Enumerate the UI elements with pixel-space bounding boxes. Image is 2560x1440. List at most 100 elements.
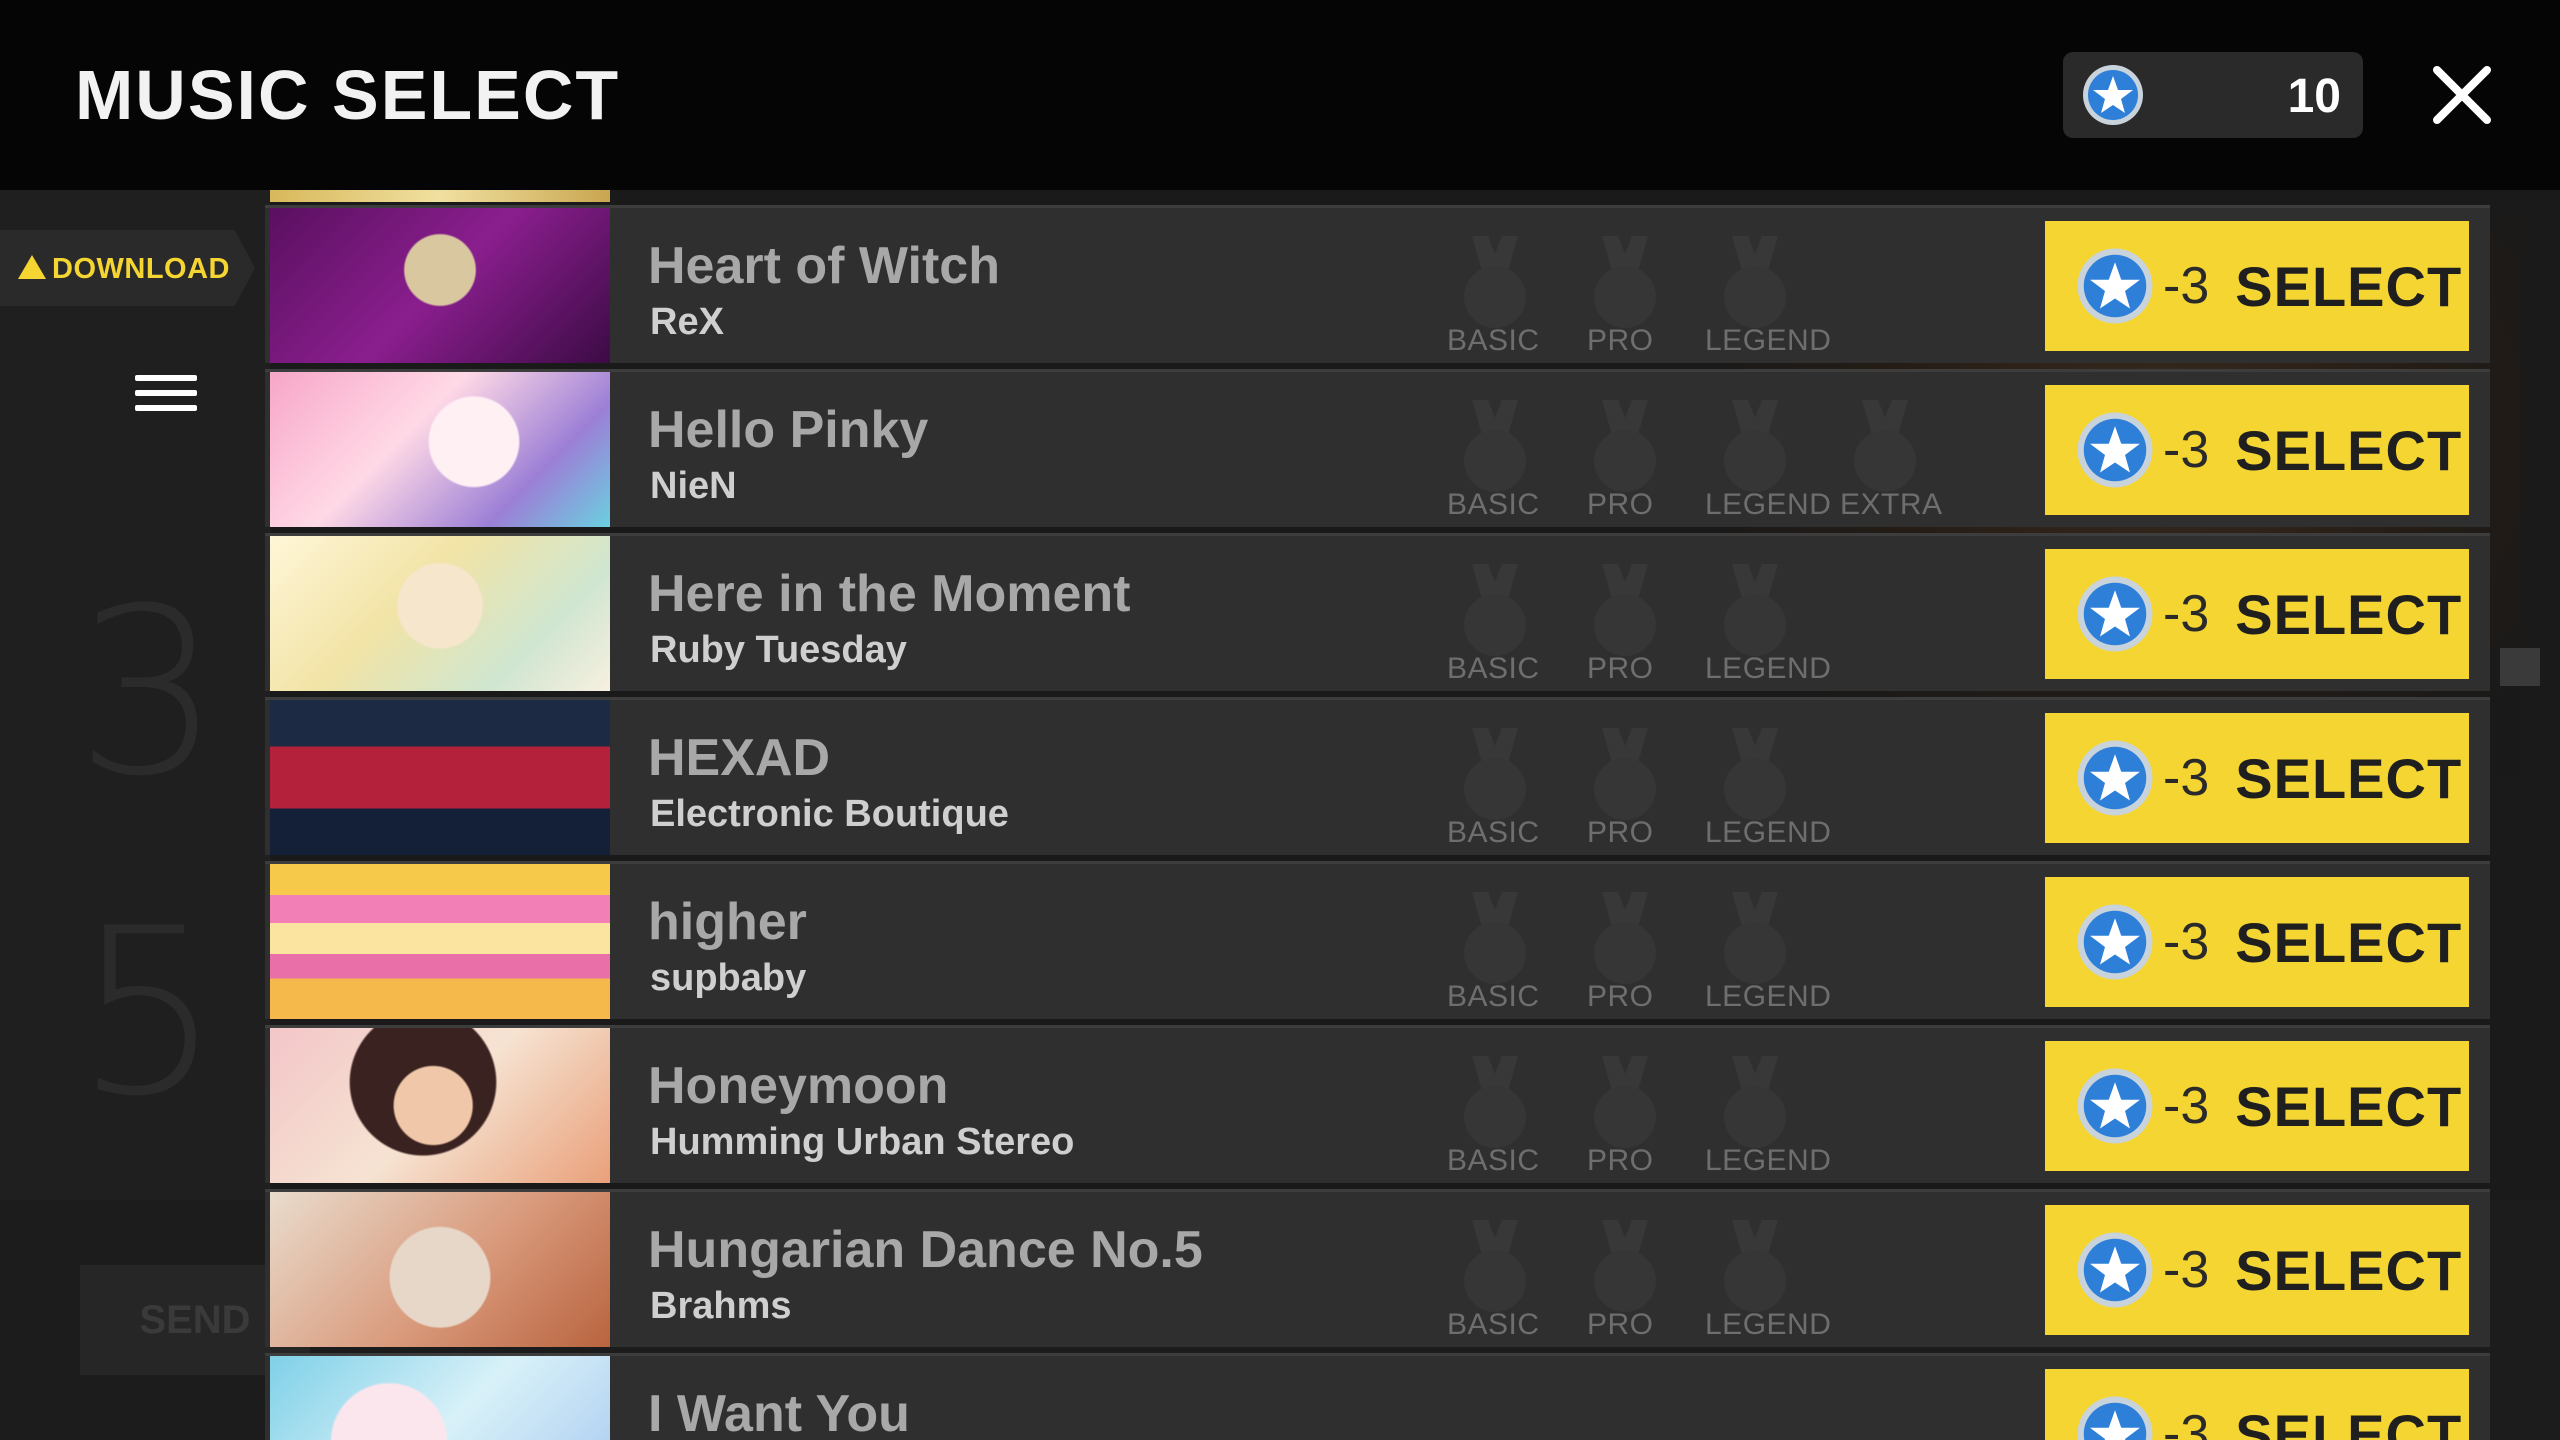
album-art	[270, 208, 610, 363]
medal-icon	[1588, 728, 1662, 828]
song-title: HEXAD	[648, 729, 831, 787]
song-row[interactable]: I Want You -3 SELECT	[265, 1353, 2490, 1440]
select-cost: -3	[2163, 1077, 2210, 1135]
scrollbar-thumb[interactable]	[2500, 648, 2540, 686]
song-row[interactable]: higher supbaby BASIC PRO LEGEND -3 SELEC…	[265, 861, 2490, 1019]
song-title: Hello Pinky	[648, 401, 929, 459]
select-cost: -3	[2163, 913, 2210, 971]
song-title: Heart of Witch	[648, 237, 1000, 295]
medal-icon	[1718, 400, 1792, 500]
select-cost: -3	[2163, 1405, 2210, 1440]
medal-icon	[1718, 1220, 1792, 1320]
difficulty-label: LEGEND	[1705, 324, 1832, 357]
star-coin-icon	[2077, 412, 2153, 488]
select-button[interactable]: -3 SELECT	[2045, 1041, 2469, 1171]
difficulty-label: BASIC	[1447, 980, 1540, 1013]
star-coin-icon	[2077, 740, 2153, 816]
medal-icon	[1458, 400, 1532, 500]
song-artist: Ruby Tuesday	[650, 629, 907, 671]
star-coin-icon	[2077, 904, 2153, 980]
star-coin-icon	[2077, 248, 2153, 324]
difficulty-label: BASIC	[1447, 1144, 1540, 1177]
album-art	[270, 864, 610, 1019]
song-row[interactable]: Hungarian Dance No.5 Brahms BASIC PRO LE…	[265, 1189, 2490, 1347]
difficulty-label: BASIC	[1447, 652, 1540, 685]
select-cost: -3	[2163, 421, 2210, 479]
header-bar: MUSIC SELECT 10	[0, 0, 2560, 190]
medal-icon	[1588, 564, 1662, 664]
song-list[interactable]: Heart of Witch ReX BASIC PRO LEGEND -3 S…	[265, 190, 2490, 1440]
song-row[interactable]: Honeymoon Humming Urban Stereo BASIC PRO…	[265, 1025, 2490, 1183]
select-label: SELECT	[2235, 746, 2463, 810]
difficulty-medals: BASIC PRO LEGEND	[1435, 864, 1955, 1019]
difficulty-medals: BASIC PRO LEGEND EXTRA	[1435, 372, 1955, 527]
medal-icon	[1718, 728, 1792, 828]
difficulty-label: LEGEND	[1705, 816, 1832, 849]
difficulty-label: BASIC	[1447, 816, 1540, 849]
select-label: SELECT	[2235, 254, 2463, 318]
page-title: MUSIC SELECT	[75, 56, 621, 134]
song-row[interactable]: Heart of Witch ReX BASIC PRO LEGEND -3 S…	[265, 205, 2490, 363]
star-coin-icon	[2083, 65, 2143, 125]
song-artist: Electronic Boutique	[650, 793, 1009, 835]
difficulty-label: EXTRA	[1840, 488, 1943, 521]
select-button[interactable]: -3 SELECT	[2045, 877, 2469, 1007]
medal-icon	[1718, 236, 1792, 336]
song-title: higher	[648, 893, 807, 951]
close-icon[interactable]	[2425, 58, 2499, 132]
select-button[interactable]: -3 SELECT	[2045, 1205, 2469, 1335]
select-label: SELECT	[2235, 418, 2463, 482]
select-label: SELECT	[2235, 1402, 2463, 1440]
select-button[interactable]: -3 SELECT	[2045, 1369, 2469, 1440]
star-coin-icon	[2077, 576, 2153, 652]
difficulty-label: BASIC	[1447, 1308, 1540, 1341]
difficulty-medals: BASIC PRO LEGEND	[1435, 536, 1955, 691]
song-row[interactable]: Here in the Moment Ruby Tuesday BASIC PR…	[265, 533, 2490, 691]
select-label: SELECT	[2235, 582, 2463, 646]
star-coin-icon	[2077, 1396, 2153, 1440]
hamburger-menu-icon[interactable]	[135, 375, 197, 421]
difficulty-label: LEGEND	[1705, 1308, 1832, 1341]
song-title: I Want You	[648, 1385, 910, 1440]
medal-icon	[1458, 564, 1532, 664]
select-label: SELECT	[2235, 1238, 2463, 1302]
difficulty-label: PRO	[1587, 1144, 1654, 1177]
album-art	[270, 1028, 610, 1183]
background-number: 3	[75, 560, 222, 827]
select-button[interactable]: -3 SELECT	[2045, 549, 2469, 679]
medal-icon	[1848, 400, 1922, 500]
select-cost: -3	[2163, 585, 2210, 643]
difficulty-label: PRO	[1587, 488, 1654, 521]
difficulty-medals: BASIC PRO LEGEND	[1435, 1028, 1955, 1183]
difficulty-label: LEGEND	[1705, 980, 1832, 1013]
song-row[interactable]: Hello Pinky NieN BASIC PRO LEGEND EXTRA …	[265, 369, 2490, 527]
album-art	[270, 536, 610, 691]
download-tab[interactable]: DOWNLOAD	[0, 230, 255, 306]
song-artist: NieN	[650, 465, 737, 507]
song-artist: supbaby	[650, 957, 807, 999]
medal-icon	[1718, 1056, 1792, 1156]
difficulty-label: BASIC	[1447, 488, 1540, 521]
album-art	[270, 1356, 610, 1440]
select-cost: -3	[2163, 257, 2210, 315]
album-art	[270, 372, 610, 527]
download-label: DOWNLOAD	[52, 253, 230, 285]
medal-icon	[1458, 1220, 1532, 1320]
select-button[interactable]: -3 SELECT	[2045, 713, 2469, 843]
select-button[interactable]: -3 SELECT	[2045, 385, 2469, 515]
difficulty-label: LEGEND	[1705, 1144, 1832, 1177]
song-title: Hungarian Dance No.5	[648, 1221, 1203, 1279]
warning-triangle-icon	[18, 255, 46, 279]
select-button[interactable]: -3 SELECT	[2045, 221, 2469, 351]
background-number: 5	[75, 880, 222, 1147]
difficulty-medals: BASIC PRO LEGEND	[1435, 208, 1955, 363]
select-label: SELECT	[2235, 910, 2463, 974]
difficulty-label: PRO	[1587, 1308, 1654, 1341]
song-row[interactable]: HEXAD Electronic Boutique BASIC PRO LEGE…	[265, 697, 2490, 855]
song-title: Here in the Moment	[648, 565, 1131, 623]
coin-counter: 10	[2063, 52, 2363, 138]
difficulty-label: LEGEND	[1705, 488, 1832, 521]
medal-icon	[1718, 564, 1792, 664]
select-label: SELECT	[2235, 1074, 2463, 1138]
album-art	[270, 1192, 610, 1347]
